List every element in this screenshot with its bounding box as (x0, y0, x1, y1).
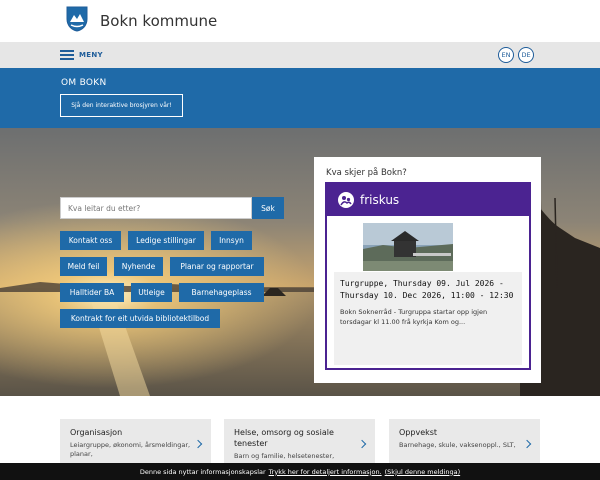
search-button[interactable]: Søk (252, 197, 284, 219)
event-image[interactable] (363, 223, 453, 271)
quick-link-innsyn[interactable]: Innsyn (211, 231, 252, 250)
friskus-name: friskus (360, 193, 400, 207)
menu-label: MENY (79, 51, 103, 59)
about-title: OM BOKN (61, 78, 107, 88)
coat-of-arms-icon[interactable] (66, 6, 88, 32)
card-title: Helse, omsorg og sosiale tenester (234, 428, 334, 448)
quick-link-barnehageplass[interactable]: Barnehageplass (179, 283, 264, 302)
cookie-text: Denne sida nyttar informasjonskapslar (139, 467, 266, 476)
brochure-button[interactable]: Sjå den interaktive brosjyren vår! (60, 94, 183, 117)
quick-link-halltider-ba[interactable]: Halltider BA (60, 283, 124, 302)
card-text: Leiargruppe, økonomi, årsmeldingar, plan… (70, 441, 191, 458)
quick-link-nyhende[interactable]: Nyhende (114, 257, 163, 276)
event-description: Bokn Soknerråd - Turgruppa startar opp i… (340, 308, 488, 326)
site-header: Bokn kommune (0, 0, 600, 42)
quick-link-meld-feil[interactable]: Meld feil (60, 257, 107, 276)
cookie-hide-link[interactable]: (Skjul denne meldinga) (385, 468, 461, 476)
card-text: Barnehage, skule, vaksenoppl., SLT, (399, 441, 516, 449)
event-title: Turgruppe, Thursday 09. Jul 2026 - Thurs… (340, 279, 514, 300)
cookie-more-link[interactable]: Trykk her for detaljert informasjon. (269, 468, 382, 476)
language-de-button[interactable]: DE (518, 47, 534, 63)
card-title: Organisasjon (70, 428, 123, 437)
quick-link-bibliotektilbod[interactable]: Kontrakt for eit utvida bibliotektilbod (60, 309, 220, 328)
friskus-logo-icon (338, 192, 354, 208)
friskus-header[interactable]: friskus (327, 184, 529, 216)
cookie-banner: Denne sida nyttar informasjonskapslar Tr… (0, 463, 600, 480)
event-heading: Kva skjer på Bokn? (326, 168, 407, 178)
menu-bar: MENY EN DE (0, 42, 600, 68)
language-en-button[interactable]: EN (498, 47, 514, 63)
search-bar: Søk (60, 197, 284, 219)
quick-link-ledige-stillingar[interactable]: Ledige stillingar (128, 231, 204, 250)
quick-link-kontakt-oss[interactable]: Kontakt oss (60, 231, 121, 250)
card-text: Barn og familie, helsetenester, (234, 452, 335, 460)
event-card[interactable]: Turgruppe, Thursday 09. Jul 2026 - Thurs… (334, 272, 522, 365)
search-input[interactable] (60, 197, 252, 219)
event-panel: Kva skjer på Bokn? friskus Turgruppe, Th… (314, 157, 541, 383)
friskus-widget: friskus Turgruppe, Thursday 09. Jul 2026… (325, 182, 531, 370)
quick-link-planar-og-rapportar[interactable]: Planar og rapportar (170, 257, 264, 276)
card-title: Oppvekst (399, 428, 438, 437)
quick-link-utleige[interactable]: Utleige (131, 283, 172, 302)
site-title[interactable]: Bokn kommune (100, 12, 217, 30)
menu-button[interactable]: MENY (60, 47, 103, 63)
hamburger-icon (60, 50, 74, 60)
